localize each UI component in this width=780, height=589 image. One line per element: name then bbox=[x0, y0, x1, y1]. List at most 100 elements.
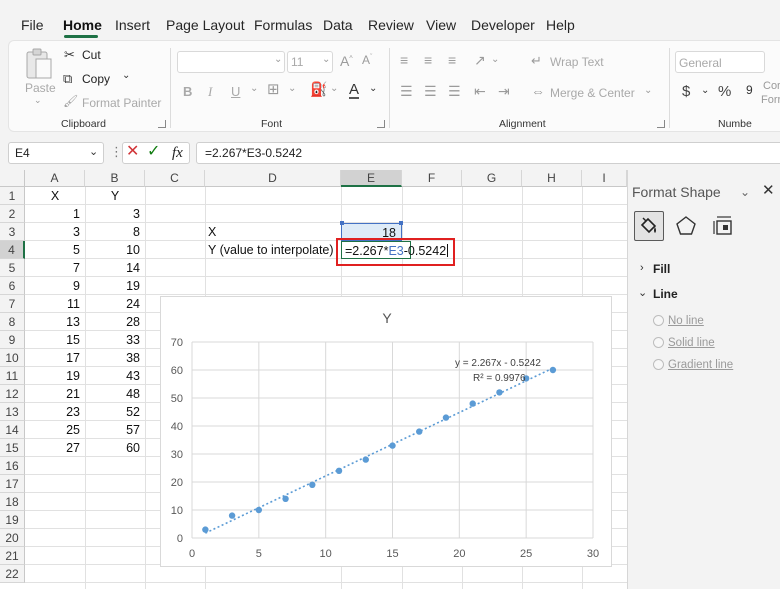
cell-a1[interactable]: X bbox=[25, 187, 85, 205]
row-header[interactable]: 22 bbox=[0, 565, 25, 583]
percent-button[interactable]: % bbox=[718, 83, 731, 100]
formula-input[interactable]: =2.267*E3-0.5242 bbox=[196, 142, 780, 164]
currency-dropdown-icon[interactable]: ⌄ bbox=[701, 86, 709, 96]
cell-x[interactable]: 23 bbox=[25, 403, 85, 421]
column-header-e[interactable]: E bbox=[341, 170, 402, 187]
bold-button[interactable]: B bbox=[183, 84, 192, 99]
cell-y[interactable]: 3 bbox=[85, 205, 145, 223]
row-header[interactable]: 15 bbox=[0, 439, 25, 457]
tab-formulas[interactable]: Formulas bbox=[254, 17, 312, 33]
cell-y[interactable]: 48 bbox=[85, 385, 145, 403]
italic-button[interactable]: I bbox=[208, 84, 212, 100]
tab-view[interactable]: View bbox=[426, 17, 456, 33]
row-header[interactable]: 10 bbox=[0, 349, 25, 367]
cancel-icon[interactable]: ✕ bbox=[126, 144, 139, 160]
orientation-icon[interactable]: ↗ bbox=[474, 53, 486, 67]
column-header-h[interactable]: H bbox=[522, 170, 582, 187]
row-header[interactable]: 5 bbox=[0, 259, 25, 277]
radio-button[interactable] bbox=[653, 315, 664, 326]
cell-x[interactable]: 25 bbox=[25, 421, 85, 439]
column-header-g[interactable]: G bbox=[462, 170, 522, 187]
cell-x[interactable]: 5 bbox=[25, 241, 85, 259]
column-header-c[interactable]: C bbox=[145, 170, 205, 187]
orientation-dropdown-icon[interactable]: ⌄ bbox=[491, 55, 499, 65]
cell-y[interactable]: 24 bbox=[85, 295, 145, 313]
row-header[interactable]: 19 bbox=[0, 511, 25, 529]
cell-x[interactable]: 1 bbox=[25, 205, 85, 223]
select-all-corner[interactable] bbox=[0, 170, 25, 187]
underline-dropdown-icon[interactable]: ⌄ bbox=[250, 84, 258, 94]
size-properties-tab[interactable] bbox=[711, 213, 737, 239]
range-handle[interactable] bbox=[340, 221, 344, 225]
row-header[interactable]: 6 bbox=[0, 277, 25, 295]
font-size-dropdown-icon[interactable]: ⌄ bbox=[322, 55, 330, 65]
fill-color-icon[interactable]: ⛽ bbox=[310, 82, 327, 96]
borders-dropdown-icon[interactable]: ⌄ bbox=[288, 84, 296, 94]
tab-help[interactable]: Help bbox=[546, 17, 575, 33]
row-header[interactable]: 18 bbox=[0, 493, 25, 511]
cell-x[interactable]: 21 bbox=[25, 385, 85, 403]
paste-icon[interactable] bbox=[24, 47, 54, 81]
conditional-formatting-label[interactable]: Cor bbox=[763, 80, 780, 92]
cell-x[interactable]: 3 bbox=[25, 223, 85, 241]
row-header[interactable]: 20 bbox=[0, 529, 25, 547]
radio-button[interactable] bbox=[653, 359, 664, 370]
cell-y[interactable]: 43 bbox=[85, 367, 145, 385]
cell-x[interactable]: 19 bbox=[25, 367, 85, 385]
row-header[interactable]: 3 bbox=[0, 223, 25, 241]
cell-x[interactable]: 27 bbox=[25, 439, 85, 457]
cell-x[interactable]: 15 bbox=[25, 331, 85, 349]
row-header[interactable]: 4 bbox=[0, 241, 25, 259]
row-header[interactable]: 7 bbox=[0, 295, 25, 313]
tab-developer[interactable]: Developer bbox=[471, 17, 535, 33]
format-as-table-label[interactable]: Forr bbox=[761, 94, 780, 106]
no-line-option[interactable]: No line bbox=[653, 315, 704, 327]
row-header[interactable]: 2 bbox=[0, 205, 25, 223]
align-top-icon[interactable]: ≡ bbox=[400, 53, 408, 67]
font-name-dropdown-icon[interactable]: ⌄ bbox=[274, 55, 282, 65]
tab-file[interactable]: File bbox=[21, 17, 44, 33]
paste-button[interactable]: Paste bbox=[25, 81, 56, 95]
chevron-down-icon[interactable]: ⌄ bbox=[638, 288, 647, 299]
fill-section[interactable]: Fill bbox=[653, 262, 670, 276]
cell-b1[interactable]: Y bbox=[85, 187, 145, 205]
merge-dropdown-icon[interactable]: ⌄ bbox=[644, 86, 652, 96]
close-icon[interactable]: ✕ bbox=[762, 183, 775, 198]
borders-icon[interactable]: ⊞ bbox=[267, 82, 280, 97]
decrease-font-icon[interactable]: Aˇ bbox=[362, 54, 372, 66]
row-header[interactable]: 9 bbox=[0, 331, 25, 349]
row-header[interactable]: 8 bbox=[0, 313, 25, 331]
column-header-a[interactable]: A bbox=[25, 170, 85, 187]
scatter-chart[interactable]: Y 0 10 20 30 40 50 60 70 0 5 10 15 20 25 30 y = 2.267x -… bbox=[160, 296, 612, 567]
cell-d3[interactable]: X bbox=[208, 223, 338, 241]
row-header[interactable]: 11 bbox=[0, 367, 25, 385]
comma-style-icon[interactable]: 9 bbox=[746, 84, 753, 96]
effects-tab[interactable] bbox=[673, 213, 699, 239]
cell-x[interactable]: 7 bbox=[25, 259, 85, 277]
tab-home[interactable]: Home bbox=[63, 17, 102, 33]
line-section[interactable]: Line bbox=[653, 287, 678, 301]
row-header[interactable]: 21 bbox=[0, 547, 25, 565]
cut-button[interactable]: Cut bbox=[82, 48, 101, 62]
font-color-icon[interactable]: A bbox=[349, 82, 360, 99]
cell-x[interactable]: 9 bbox=[25, 277, 85, 295]
tab-insert[interactable]: Insert bbox=[115, 17, 150, 33]
column-header-b[interactable]: B bbox=[85, 170, 145, 187]
cell-y[interactable]: 8 bbox=[85, 223, 145, 241]
font-color-dropdown-icon[interactable]: ⌄ bbox=[369, 84, 377, 94]
align-middle-icon[interactable]: ≡ bbox=[424, 53, 432, 67]
merge-center-button[interactable]: Merge & Center bbox=[550, 86, 635, 100]
align-bottom-icon[interactable]: ≡ bbox=[448, 53, 456, 67]
underline-button[interactable]: U bbox=[231, 84, 240, 99]
align-left-icon[interactable]: ☰ bbox=[400, 84, 413, 98]
gradient-line-option[interactable]: Gradient line bbox=[653, 359, 733, 371]
tab-review[interactable]: Review bbox=[368, 17, 414, 33]
decrease-indent-icon[interactable]: ⇤ bbox=[474, 84, 486, 98]
row-header[interactable]: 16 bbox=[0, 457, 25, 475]
row-header[interactable]: 12 bbox=[0, 385, 25, 403]
cell-y[interactable]: 52 bbox=[85, 403, 145, 421]
increase-indent-icon[interactable]: ⇥ bbox=[498, 84, 510, 98]
copy-dropdown-icon[interactable]: ⌄ bbox=[122, 71, 130, 81]
cell-x[interactable]: 17 bbox=[25, 349, 85, 367]
format-painter-button[interactable]: Format Painter bbox=[82, 96, 161, 110]
